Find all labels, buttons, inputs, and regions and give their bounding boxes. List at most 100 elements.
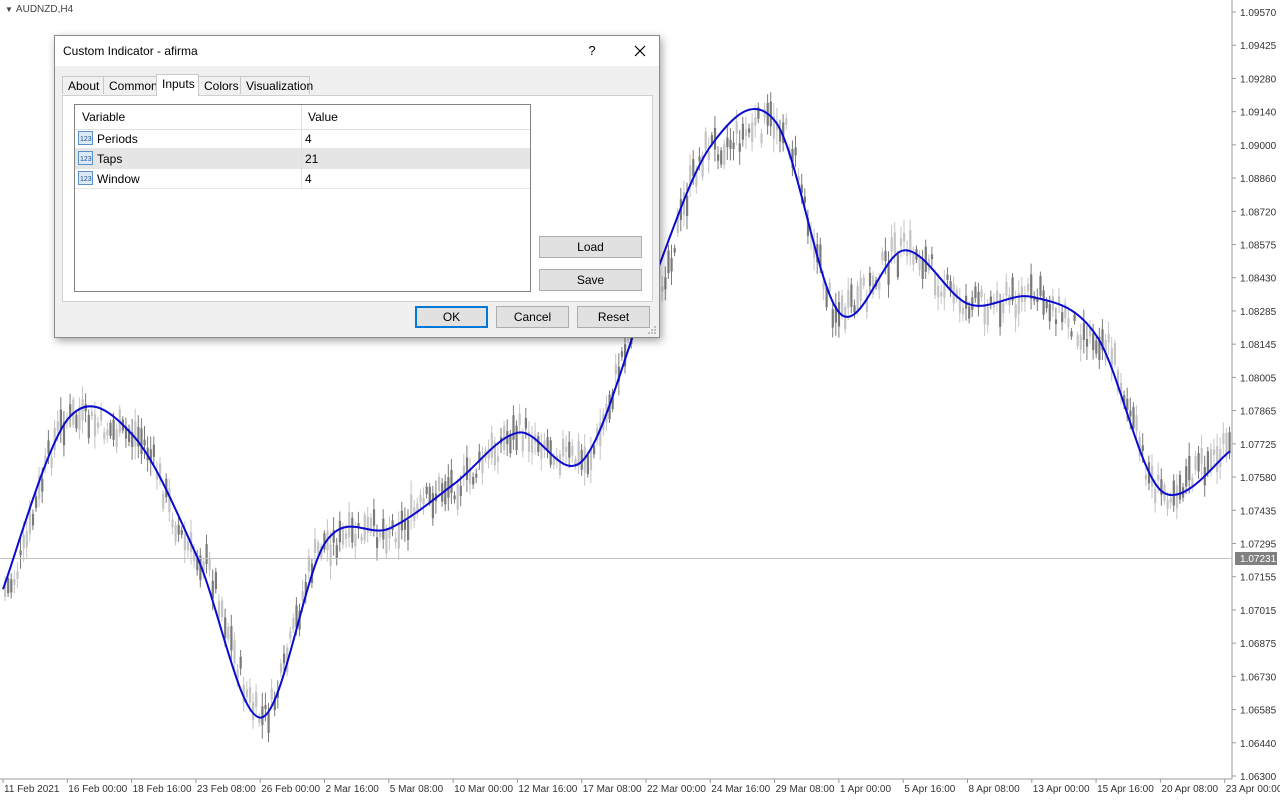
bar-body xyxy=(382,518,385,540)
bar-body xyxy=(208,558,211,571)
bar-body xyxy=(372,509,376,526)
time-axis-label: 13 Apr 00:00 xyxy=(1033,784,1090,795)
bar-body xyxy=(345,532,348,539)
tab-colors[interactable]: Colors xyxy=(198,76,241,94)
bar-body xyxy=(335,545,338,559)
bar-body xyxy=(329,544,332,567)
bar-body xyxy=(16,571,19,580)
table-row[interactable]: 123 Taps 21 xyxy=(75,149,530,169)
tab-common[interactable]: Common xyxy=(103,76,158,94)
tab-visualization[interactable]: Visualization xyxy=(240,76,313,94)
bar-body xyxy=(428,486,431,503)
bar-body xyxy=(431,493,434,519)
bar-body xyxy=(571,446,574,456)
bar-body xyxy=(562,439,565,457)
bar-body xyxy=(893,232,896,254)
ok-button[interactable]: OK xyxy=(415,306,488,328)
bar-body xyxy=(75,414,78,429)
tab-inputs[interactable]: Inputs xyxy=(156,74,199,96)
bar-body xyxy=(496,456,500,463)
bar-body xyxy=(924,246,927,272)
bar-body xyxy=(152,444,155,457)
bar-body xyxy=(248,687,252,703)
dialog-titlebar[interactable]: Custom Indicator - afirma ? xyxy=(55,36,659,66)
current-price-tag: 1.07231 xyxy=(1235,552,1277,565)
price-axis-label: 1.06440 xyxy=(1240,739,1277,750)
bar-body xyxy=(41,478,44,492)
close-button[interactable] xyxy=(621,36,659,66)
reset-button[interactable]: Reset xyxy=(577,306,650,328)
bar-body xyxy=(937,286,940,298)
resize-grip-icon[interactable] xyxy=(647,325,657,335)
bar-body xyxy=(25,531,28,548)
column-header-variable[interactable]: Variable xyxy=(82,110,125,124)
variable-value[interactable]: 21 xyxy=(305,152,318,166)
column-header-value[interactable]: Value xyxy=(308,110,338,124)
bar-body xyxy=(717,154,720,161)
bar-body xyxy=(930,254,934,260)
bar-body xyxy=(1200,447,1203,464)
bar-body xyxy=(97,422,100,428)
bar-body xyxy=(10,579,13,593)
bar-body xyxy=(540,445,543,459)
bar-body xyxy=(407,519,410,541)
bar-body xyxy=(1132,406,1135,429)
bar-body xyxy=(670,258,673,272)
bar-body xyxy=(1030,274,1033,299)
custom-indicator-dialog: Custom Indicator - afirma ? About Common… xyxy=(54,35,660,338)
bar-body xyxy=(1188,455,1191,481)
bar-body xyxy=(289,631,292,639)
bar-body xyxy=(732,142,735,149)
bar-body xyxy=(47,440,50,454)
bar-body xyxy=(397,522,400,549)
bar-body xyxy=(233,640,236,664)
variable-value[interactable]: 4 xyxy=(305,132,312,146)
price-axis-label: 1.08430 xyxy=(1240,274,1277,285)
inputs-table: Variable Value 123 Periods 4 123 Taps 21 xyxy=(74,104,531,292)
bar-body xyxy=(22,534,25,549)
time-axis-label: 23 Feb 08:00 xyxy=(197,784,256,795)
bar-body xyxy=(376,537,379,548)
help-button[interactable]: ? xyxy=(577,36,607,66)
bar-body xyxy=(425,486,428,495)
bar-body xyxy=(115,429,118,448)
dropdown-triangle-icon[interactable]: ▼ xyxy=(5,5,13,14)
bar-body xyxy=(1048,304,1051,322)
time-axis: 11 Feb 2021 16 Feb 00:00 18 Feb 16:00 23 Fe… xyxy=(2,779,1280,795)
bar-body xyxy=(180,530,183,535)
bar-body xyxy=(450,469,453,494)
bar-body xyxy=(143,439,146,446)
bar-body xyxy=(394,538,397,543)
price-axis-label: 1.07015 xyxy=(1240,606,1277,617)
bar-body xyxy=(19,550,22,556)
bar-body xyxy=(1054,319,1058,325)
bar-body xyxy=(472,476,475,485)
bar-body xyxy=(589,449,593,470)
variable-value[interactable]: 4 xyxy=(305,172,312,186)
bar-body xyxy=(186,541,190,551)
bar-body xyxy=(586,455,589,474)
bar-body xyxy=(239,656,242,669)
save-button[interactable]: Save xyxy=(539,269,642,291)
price-axis-label: 1.08860 xyxy=(1240,174,1277,185)
tab-about[interactable]: About xyxy=(62,76,104,94)
variable-name: Periods xyxy=(97,132,138,146)
price-axis-label: 1.06730 xyxy=(1240,672,1277,683)
bar-body xyxy=(341,526,345,545)
bar-body xyxy=(1213,449,1216,455)
bar-body xyxy=(831,309,834,328)
svg-text:123: 123 xyxy=(80,156,92,163)
price-axis-label: 1.07725 xyxy=(1240,440,1277,451)
cancel-button[interactable]: Cancel xyxy=(496,306,569,328)
bar-body xyxy=(664,277,667,290)
bar-body xyxy=(453,495,456,500)
bar-body xyxy=(531,437,534,453)
bar-body xyxy=(1067,318,1070,328)
table-row[interactable]: 123 Periods 4 xyxy=(75,129,530,149)
bar-body xyxy=(410,494,413,516)
symbol-name: AUDNZD,H4 xyxy=(15,4,74,15)
bar-body xyxy=(87,415,90,439)
load-button[interactable]: Load xyxy=(539,236,642,258)
bar-body xyxy=(1005,282,1008,296)
table-row[interactable]: 123 Window 4 xyxy=(75,169,530,189)
